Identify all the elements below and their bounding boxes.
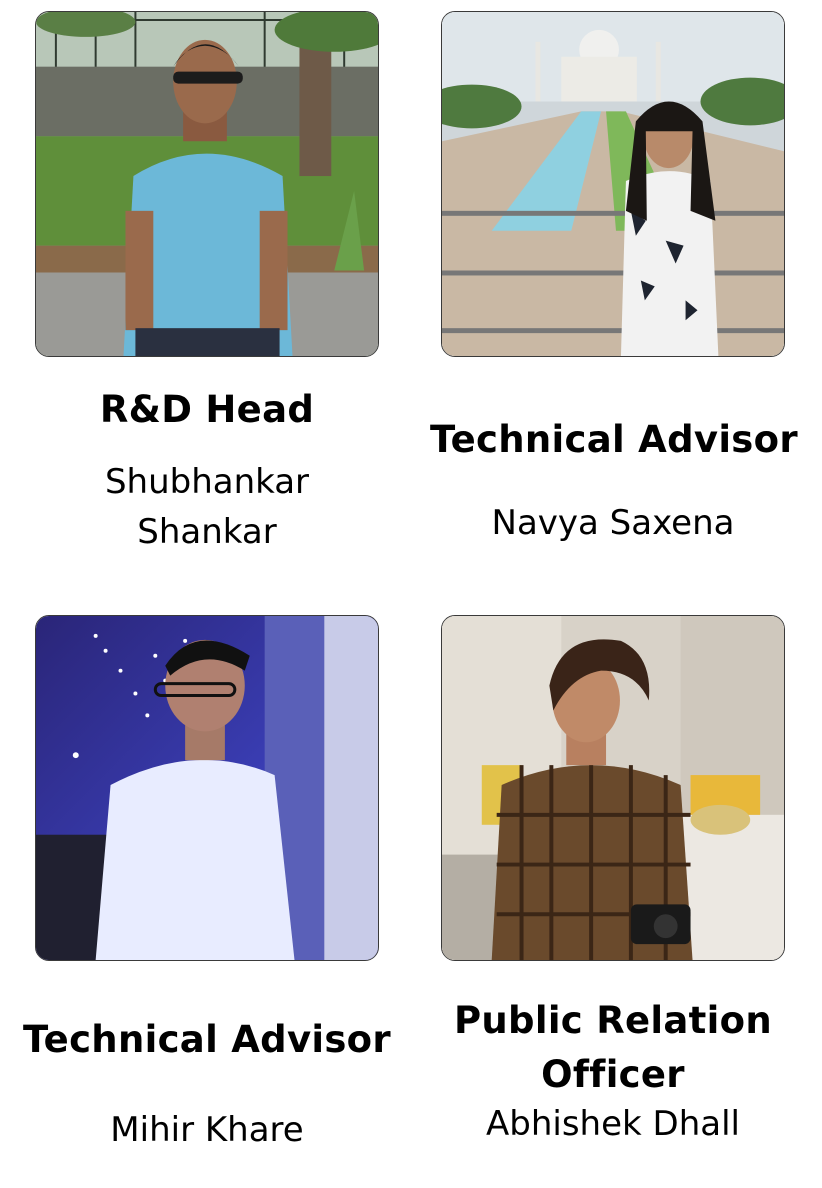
team-member-name: Abhishek Dhall [486, 1104, 740, 1144]
team-member-role: Technical Advisor [23, 1018, 391, 1061]
team-member-name: Shubhankar Shankar [104, 462, 310, 552]
team-member-photo-mihir [35, 615, 379, 961]
team-member-photo-navya [441, 11, 785, 357]
team-member-role: Public Relation Officer [454, 999, 772, 1096]
team-member-photo-abhishek [441, 615, 785, 961]
team-member-name: Mihir Khare [110, 1110, 304, 1150]
team-member-name: Navya Saxena [491, 503, 735, 543]
team-member-photo-shubhankar [35, 11, 379, 357]
team-member-role: Technical Advisor [430, 418, 798, 461]
team-member-role: R&D Head [99, 388, 315, 431]
